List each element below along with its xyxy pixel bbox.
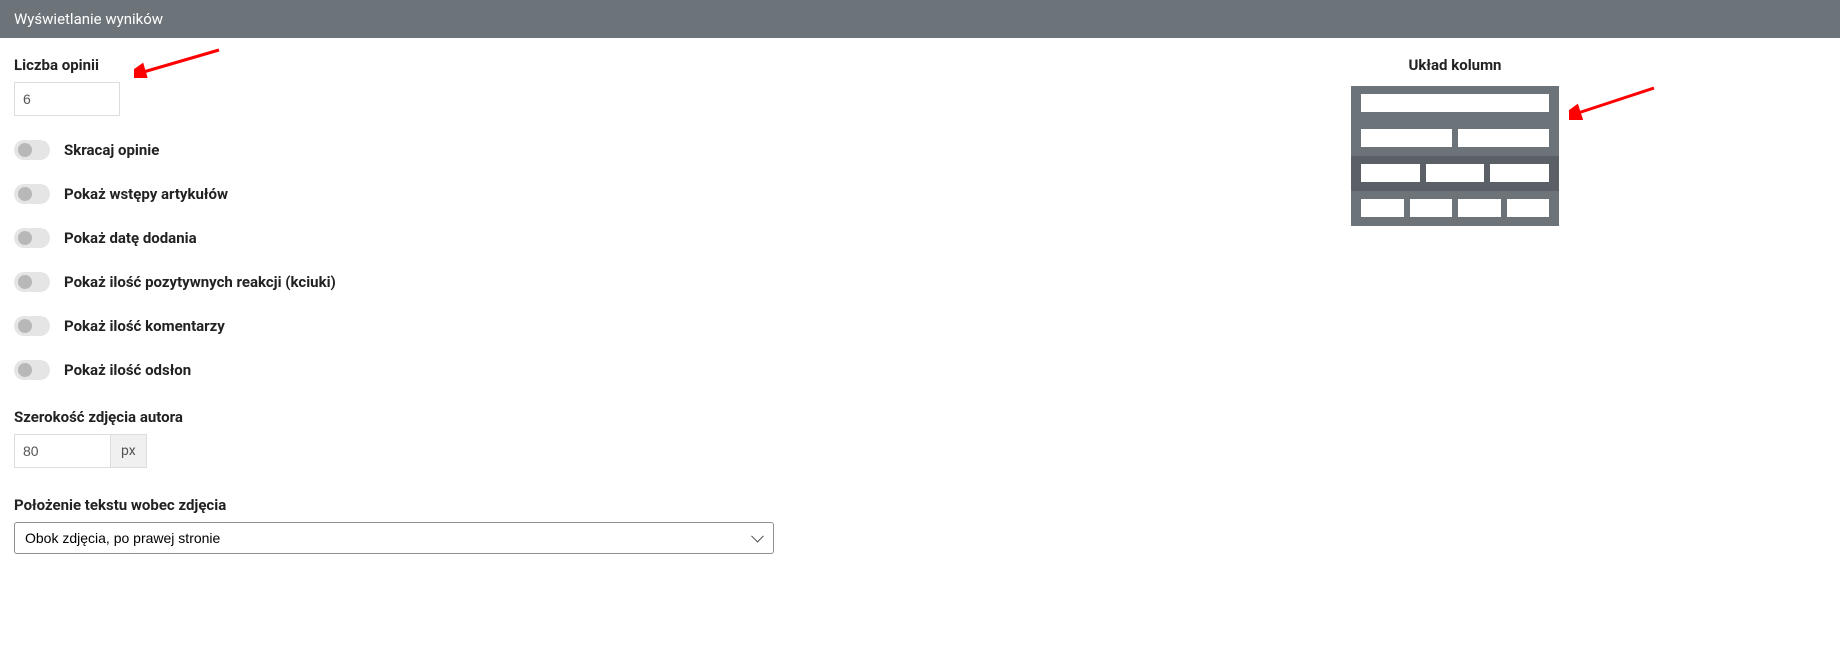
layout-cell <box>1410 199 1453 217</box>
toggle-row-show-reactions: Pokaż ilość pozytywnych reakcji (kciuki) <box>14 272 794 292</box>
layout-cell <box>1361 94 1549 112</box>
toggle-row-show-views: Pokaż ilość odsłon <box>14 360 794 380</box>
opinion-count-label: Liczba opinii <box>14 56 794 74</box>
layout-cell <box>1507 199 1550 217</box>
toggle-row-show-intros: Pokaż wstępy artykułów <box>14 184 794 204</box>
left-column: Liczba opinii Skracaj opinie Pokaż wstęp… <box>14 56 794 554</box>
text-position-label: Położenie tekstu wobec zdjęcia <box>14 496 794 514</box>
show-intros-label: Pokaż wstępy artykułów <box>64 185 228 203</box>
author-img-width-input[interactable] <box>14 434 110 468</box>
author-img-width-suffix: px <box>110 434 147 468</box>
show-views-toggle[interactable] <box>14 360 50 380</box>
layout-cell <box>1361 199 1404 217</box>
right-column: Układ kolumn <box>794 56 1826 554</box>
show-comments-label: Pokaż ilość komentarzy <box>64 317 225 335</box>
layout-cell <box>1490 164 1549 182</box>
layout-cell <box>1458 129 1549 147</box>
show-reactions-toggle[interactable] <box>14 272 50 292</box>
column-layout-picker <box>1351 86 1559 226</box>
column-layout-title: Układ kolumn <box>1409 56 1502 74</box>
show-intros-toggle[interactable] <box>14 184 50 204</box>
show-comments-toggle[interactable] <box>14 316 50 336</box>
section-header-title: Wyświetlanie wyników <box>14 10 163 28</box>
show-reactions-label: Pokaż ilość pozytywnych reakcji (kciuki) <box>64 273 336 291</box>
layout-cell <box>1361 164 1420 182</box>
opinion-count-input[interactable] <box>14 82 120 116</box>
toggle-row-show-comments: Pokaż ilość komentarzy <box>14 316 794 336</box>
text-position-select[interactable]: Obok zdjęcia, po prawej stronie <box>14 522 774 554</box>
annotation-arrow-right <box>1569 86 1659 120</box>
layout-option-2col[interactable] <box>1351 121 1559 156</box>
show-date-label: Pokaż datę dodania <box>64 229 197 247</box>
toggle-row-shorten: Skracaj opinie <box>14 140 794 160</box>
layout-cell <box>1426 164 1485 182</box>
shorten-opinions-toggle[interactable] <box>14 140 50 160</box>
layout-cell <box>1361 129 1452 147</box>
layout-option-1col[interactable] <box>1351 86 1559 121</box>
layout-option-3col[interactable] <box>1351 156 1559 191</box>
show-date-toggle[interactable] <box>14 228 50 248</box>
author-img-width-label: Szerokość zdjęcia autora <box>14 408 794 426</box>
layout-option-4col[interactable] <box>1351 191 1559 226</box>
show-views-label: Pokaż ilość odsłon <box>64 361 191 379</box>
toggle-row-show-date: Pokaż datę dodania <box>14 228 794 248</box>
shorten-opinions-label: Skracaj opinie <box>64 141 159 159</box>
layout-cell <box>1458 199 1501 217</box>
section-header: Wyświetlanie wyników <box>0 0 1840 38</box>
